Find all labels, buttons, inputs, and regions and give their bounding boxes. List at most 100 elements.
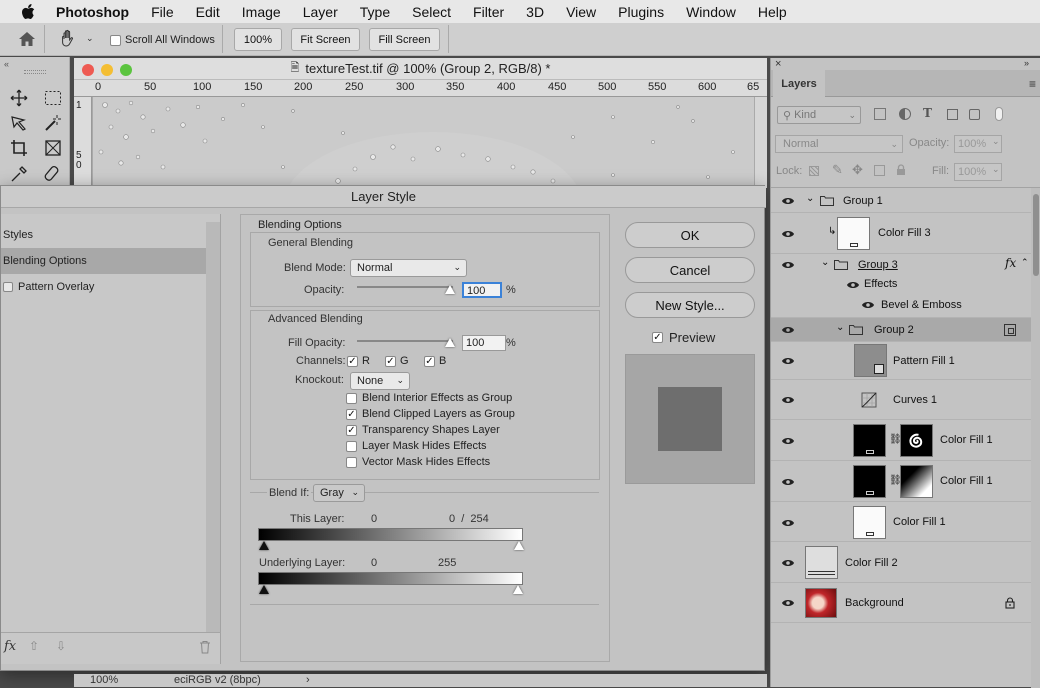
menu-file[interactable]: File — [151, 4, 174, 20]
pattern-overlay-checkbox[interactable] — [3, 282, 13, 292]
chevron-up-icon[interactable]: ⌃ — [1021, 257, 1029, 268]
horizontal-ruler[interactable]: 0 50 100 150 200 250 300 350 400 450 500… — [74, 80, 767, 97]
checkbox[interactable] — [346, 456, 357, 468]
adjustment-filter-icon[interactable] — [899, 108, 911, 120]
menu-window[interactable]: Window — [686, 4, 736, 20]
menu-layer[interactable]: Layer — [303, 4, 338, 20]
layers-scrollbar[interactable] — [1031, 188, 1040, 688]
underlying-white-thumb[interactable] — [513, 585, 523, 594]
eye-icon[interactable] — [781, 196, 795, 206]
grip-icon[interactable] — [24, 70, 46, 74]
close-panel-icon[interactable]: × — [775, 58, 781, 70]
layer-thumbnail[interactable] — [837, 217, 870, 250]
menu-select[interactable]: Select — [412, 4, 451, 20]
layer-row-color-fill-1-spiral[interactable]: ⛓ Color Fill 1 — [771, 420, 1031, 461]
menu-edit[interactable]: Edit — [196, 4, 220, 20]
layer-row-background[interactable]: Background — [771, 583, 1031, 623]
layer-mask-hides-effects-checkbox[interactable]: Layer Mask Hides Effects — [346, 440, 487, 452]
lock-position-icon[interactable]: ✥ — [852, 162, 863, 178]
checkbox[interactable] — [346, 408, 357, 420]
opacity-slider[interactable] — [357, 286, 453, 288]
checkbox[interactable] — [346, 392, 357, 404]
layer-row-color-fill-3[interactable]: ↳ Color Fill 3 — [771, 213, 1031, 254]
eye-icon[interactable] — [781, 356, 795, 366]
fill-opacity-slider-thumb[interactable] — [445, 338, 455, 347]
move-up-icon[interactable]: ⇧ — [29, 639, 39, 653]
menu-type[interactable]: Type — [360, 4, 390, 20]
curves-adjustment-icon[interactable] — [861, 392, 877, 408]
layer-thumbnail[interactable] — [805, 546, 838, 579]
mask-thumbnail[interactable] — [900, 424, 933, 457]
dialog-title[interactable]: Layer Style — [1, 186, 766, 208]
background-thumbnail[interactable] — [805, 588, 837, 618]
chevron-down-icon[interactable]: ⌄ — [821, 257, 829, 268]
eye-icon[interactable] — [781, 395, 795, 405]
eye-icon[interactable] — [861, 300, 875, 310]
app-name[interactable]: Photoshop — [56, 4, 129, 20]
this-layer-gradient-slider[interactable] — [258, 528, 523, 541]
crop-tool-icon[interactable] — [8, 137, 30, 159]
layer-row-color-fill-2[interactable]: Color Fill 2 — [771, 542, 1031, 583]
eye-icon[interactable] — [781, 260, 795, 270]
cancel-button[interactable]: Cancel — [625, 257, 755, 283]
styles-item[interactable]: Styles — [1, 222, 206, 248]
layer-row-group-2[interactable]: ⌄ Group 2 — [771, 318, 1031, 342]
zoom-level[interactable]: 100% — [90, 674, 118, 686]
vertical-scrollbar[interactable] — [754, 97, 767, 188]
channel-b-checkbox[interactable]: B — [424, 355, 446, 367]
transparency-shapes-checkbox[interactable]: Transparency Shapes Layer — [346, 424, 500, 436]
collapse-icon[interactable]: « — [4, 59, 9, 69]
layer-row-color-fill-1-white[interactable]: Color Fill 1 — [771, 502, 1031, 542]
document-titlebar[interactable]: 🗎 textureTest.tif @ 100% (Group 2, RGB/8… — [74, 58, 767, 80]
marquee-tool-icon[interactable] — [42, 87, 64, 109]
new-style-button[interactable]: New Style... — [625, 292, 755, 318]
layer-row-group-3[interactable]: ⌄ Group 3 fx ⌃ — [771, 254, 1031, 275]
magic-wand-icon[interactable] — [42, 112, 64, 134]
home-icon[interactable] — [18, 31, 36, 50]
menu-view[interactable]: View — [566, 4, 596, 20]
eye-icon[interactable] — [846, 280, 860, 290]
scrollbar-thumb[interactable] — [1033, 194, 1039, 276]
trash-icon[interactable] — [199, 640, 211, 657]
layer-row-group-1[interactable]: ⌄ Group 1 — [771, 188, 1031, 213]
frame-tool-icon[interactable] — [42, 137, 64, 159]
checkbox[interactable] — [346, 424, 357, 436]
preview-checkbox[interactable]: Preview — [652, 330, 715, 345]
opacity-input[interactable]: 100 — [462, 282, 502, 298]
eye-icon[interactable] — [781, 325, 795, 335]
blend-mode-select[interactable]: Normal ⌄ — [775, 135, 903, 153]
eye-icon[interactable] — [781, 598, 795, 608]
collapse-icon[interactable]: » — [1024, 58, 1029, 68]
close-button[interactable] — [82, 64, 94, 76]
eye-icon[interactable] — [781, 477, 795, 487]
layer-thumbnail[interactable] — [853, 506, 886, 539]
move-down-icon[interactable]: ⇩ — [56, 639, 66, 653]
blend-interior-effects-checkbox[interactable]: Blend Interior Effects as Group — [346, 392, 512, 404]
menu-help[interactable]: Help — [758, 4, 787, 20]
zoom-button[interactable] — [120, 64, 132, 76]
fx-button[interactable]: fx — [4, 639, 16, 654]
blend-if-select[interactable]: Gray ⌄ — [313, 484, 365, 502]
channel-r-checkbox[interactable]: R — [347, 355, 370, 367]
menu-image[interactable]: Image — [242, 4, 281, 20]
styles-scrollbar[interactable] — [206, 222, 220, 632]
ok-button[interactable]: OK — [625, 222, 755, 248]
lock-transparent-icon[interactable] — [809, 166, 819, 176]
move-tool-icon[interactable] — [8, 87, 30, 109]
knockout-select[interactable]: None ⌄ — [350, 372, 410, 390]
eye-icon[interactable] — [781, 436, 795, 446]
kind-filter-select[interactable]: ⚲ Kind ⌄ — [777, 106, 861, 124]
chevron-down-icon[interactable]: ⌄ — [992, 164, 1004, 180]
eye-icon[interactable] — [781, 558, 795, 568]
type-filter-icon[interactable]: T — [923, 106, 932, 120]
checkbox[interactable] — [424, 355, 435, 367]
blending-options-item[interactable]: Blending Options — [1, 248, 206, 274]
layer-thumbnail[interactable] — [853, 424, 886, 457]
chevron-down-icon[interactable]: ⌄ — [86, 33, 94, 44]
layers-tab[interactable]: Layers — [773, 70, 825, 97]
lasso-tool-icon[interactable] — [8, 112, 30, 134]
eye-icon[interactable] — [781, 229, 795, 239]
chevron-down-icon[interactable]: ⌄ — [992, 136, 1004, 152]
layer-thumbnail[interactable] — [854, 344, 887, 377]
lock-all-icon[interactable] — [896, 164, 906, 179]
